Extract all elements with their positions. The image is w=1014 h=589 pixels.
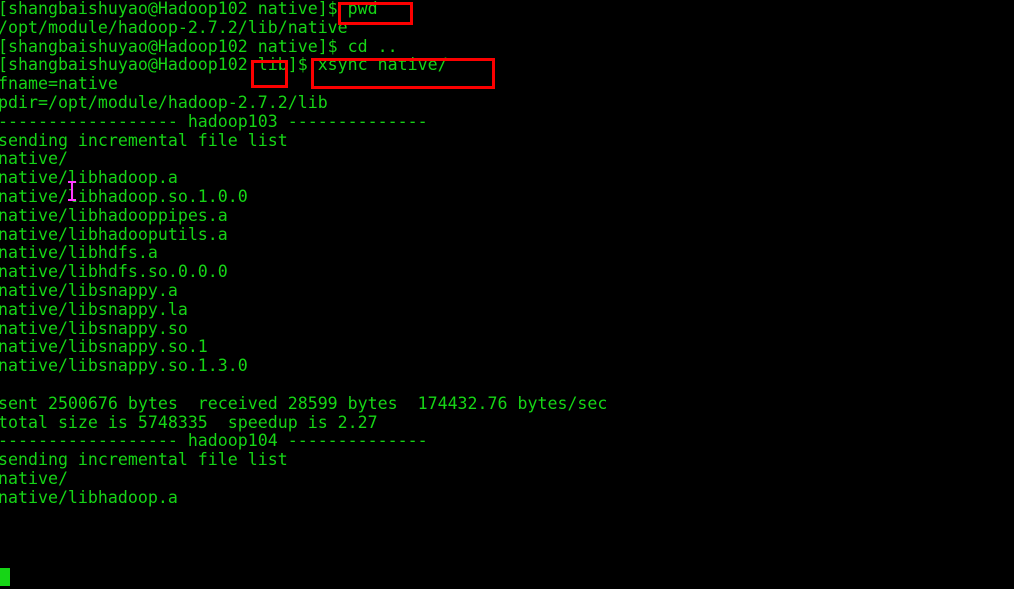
terminal-screen: [shangbaishuyao@Hadoop102 native]$ pwd/o…	[0, 0, 1014, 589]
terminal-line: native/libsnappy.a	[0, 280, 178, 300]
terminal-line: native/	[0, 149, 68, 169]
terminal-line: [shangbaishuyao@Hadoop102 native]$ cd ..	[0, 36, 398, 56]
terminal-line: sent 2500676 bytes received 28599 bytes …	[0, 393, 608, 413]
terminal-line: ------------------ hadoop103 -----------…	[0, 111, 428, 131]
terminal-line: pdir=/opt/module/hadoop-2.7.2/lib	[0, 92, 328, 112]
terminal-line: native/libhadooppipes.a	[0, 205, 228, 225]
terminal-line: sending incremental file list	[0, 130, 288, 150]
terminal-block-cursor	[0, 568, 10, 586]
terminal-line: native/libsnappy.la	[0, 299, 188, 319]
terminal-line: native/libhadoop.a	[0, 487, 178, 507]
terminal-line: ------------------ hadoop104 -----------…	[0, 431, 428, 451]
terminal-line: native/libhadoop.so.1.0.0	[0, 186, 248, 206]
terminal-line: native/libhadoop.a	[0, 168, 178, 188]
terminal-line: [shangbaishuyao@Hadoop102 native]$ pwd	[0, 0, 378, 18]
terminal-line: native/libhdfs.so.0.0.0	[0, 262, 228, 282]
terminal-line: native/libsnappy.so.1	[0, 337, 208, 357]
terminal-line: native/libsnappy.so	[0, 318, 188, 338]
terminal-line: fname=native	[0, 74, 118, 94]
terminal-line: native/	[0, 468, 68, 488]
terminal-line: native/libhadooputils.a	[0, 224, 228, 244]
terminal-line: [shangbaishuyao@Hadoop102 lib]$ xsync na…	[0, 55, 448, 75]
terminal-line: sending incremental file list	[0, 450, 288, 470]
terminal-output[interactable]: [shangbaishuyao@Hadoop102 native]$ pwd/o…	[0, 0, 1014, 589]
terminal-line: /opt/module/hadoop-2.7.2/lib/native	[0, 17, 348, 37]
terminal-line: total size is 5748335 speedup is 2.27	[0, 412, 378, 432]
terminal-line: native/libsnappy.so.1.3.0	[0, 356, 248, 376]
terminal-line: native/libhdfs.a	[0, 243, 158, 263]
